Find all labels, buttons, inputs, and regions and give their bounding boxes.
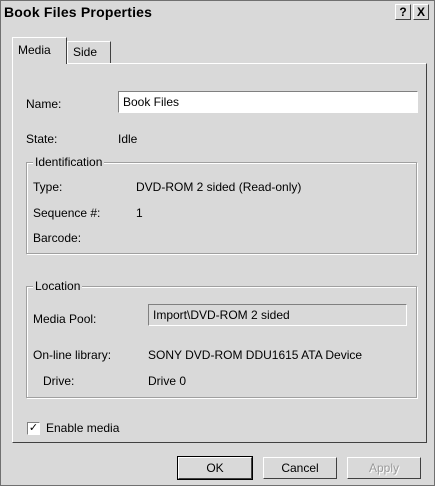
close-button[interactable]: X <box>413 4 429 20</box>
title-bar[interactable]: Book Files Properties ? X <box>2 2 433 22</box>
sequence-value: 1 <box>136 206 143 220</box>
online-library-label: On-line library: <box>33 348 112 362</box>
state-value: Idle <box>118 132 138 146</box>
properties-dialog: Book Files Properties ? X Media Side Nam… <box>0 0 435 486</box>
checkmark-icon: ✓ <box>28 422 39 434</box>
apply-button[interactable]: Apply <box>347 457 421 479</box>
media-pool-field[interactable] <box>148 304 407 326</box>
drive-value: Drive 0 <box>148 374 187 388</box>
sequence-label: Sequence #: <box>33 206 101 220</box>
location-group: Location Media Pool: On-line library: SO… <box>26 279 417 398</box>
type-label: Type: <box>33 180 63 194</box>
tab-panel-media: Name: State: Idle Identification Type: D… <box>12 63 427 443</box>
online-library-value: SONY DVD-ROM DDU1615 ATA Device <box>148 348 363 362</box>
media-pool-label: Media Pool: <box>33 312 97 326</box>
identification-group: Identification Type: DVD-ROM 2 sided (Re… <box>26 155 417 254</box>
barcode-label: Barcode: <box>33 231 82 245</box>
ok-button[interactable]: OK <box>177 456 253 480</box>
drive-label: Drive: <box>43 374 75 388</box>
tab-side[interactable]: Side <box>67 41 111 63</box>
location-legend: Location <box>33 279 83 293</box>
name-input[interactable] <box>118 91 418 113</box>
window-title: Book Files Properties <box>4 4 153 20</box>
enable-media-checkbox[interactable]: ✓ <box>27 422 40 435</box>
type-value: DVD-ROM 2 sided (Read-only) <box>136 180 302 194</box>
cancel-button[interactable]: Cancel <box>263 457 337 479</box>
enable-media-label[interactable]: Enable media <box>46 421 119 435</box>
identification-legend: Identification <box>33 155 105 169</box>
help-button[interactable]: ? <box>395 4 411 20</box>
state-label: State: <box>26 132 58 146</box>
tab-media[interactable]: Media <box>12 37 67 64</box>
name-label: Name: <box>26 97 62 111</box>
